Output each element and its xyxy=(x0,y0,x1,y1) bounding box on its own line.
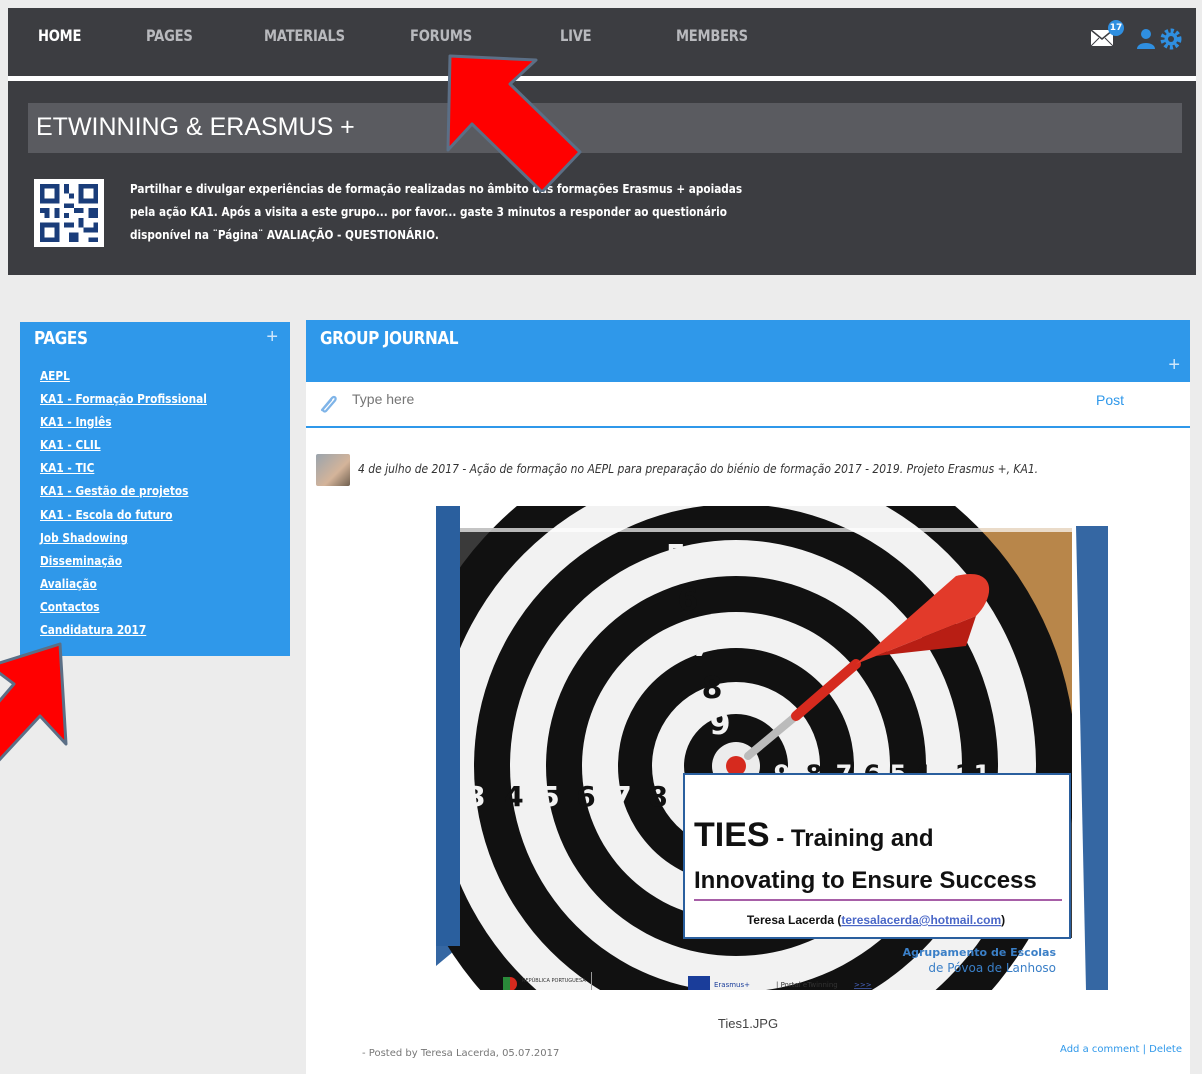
poster-heading-bold: TIES xyxy=(694,816,770,854)
entry-actions: Add a comment | Delete xyxy=(1060,1044,1182,1055)
ring-number: 5 xyxy=(666,539,687,574)
red-arrow-annotation xyxy=(446,54,582,192)
page-link-avaliacao[interactable]: Avaliação xyxy=(40,574,207,597)
ring-number: 6 xyxy=(678,583,699,618)
poster-school-line2: de Póvoa de Lanhoso xyxy=(928,961,1056,975)
post-composer: Post xyxy=(306,382,1190,428)
pages-list: AEPL KA1 - Formação Profissional KA1 - I… xyxy=(40,366,230,643)
gear-icon[interactable] xyxy=(1160,28,1182,50)
row-number: 6 xyxy=(576,780,595,813)
group-title: ETWINNING & ERASMUS + xyxy=(36,113,355,141)
ring-number: 9 xyxy=(710,707,731,742)
ties-poster-image: 5 6 7 8 9 3 4 5 6 7 8 9 9 8 7 6 5 4 3 2 … xyxy=(436,506,1108,990)
republica-logo-text: REPÚBLICA PORTUGUESA xyxy=(522,977,586,984)
poster-author-end: ) xyxy=(1001,913,1005,927)
page-link-escola-futuro[interactable]: KA1 - Escola do futuro xyxy=(40,505,207,528)
row-number: 5 xyxy=(540,780,559,813)
description-line: pela ação KA1. Após a visita a este grup… xyxy=(130,204,727,219)
row-number: 3 xyxy=(466,780,485,813)
pages-panel-title: PAGES xyxy=(34,328,88,349)
description-line: disponível na ¨Página¨ AVALIAÇÃO - QUEST… xyxy=(130,227,439,242)
ring-number: 7 xyxy=(692,629,713,664)
delete-link[interactable]: Delete xyxy=(1149,1044,1182,1055)
journal-post-input[interactable] xyxy=(350,390,1054,408)
etwinning-logo-text: | Portal eTwinning xyxy=(776,981,838,989)
journal-title: GROUP JOURNAL xyxy=(320,328,459,349)
avatar xyxy=(316,454,350,486)
group-title-bar: ETWINNING & ERASMUS + xyxy=(28,103,1182,153)
poster-school-line1: Agrupamento de Escolas xyxy=(903,946,1057,959)
nav-live[interactable]: LIVE xyxy=(560,26,592,45)
erasmus-logo-text: Erasmus+ xyxy=(714,981,750,989)
page-link-disseminacao[interactable]: Disseminação xyxy=(40,551,207,574)
page-link-tic[interactable]: KA1 - TIC xyxy=(40,458,207,481)
page-link-job-shadowing[interactable]: Job Shadowing xyxy=(40,528,207,551)
page-link-gestao-projetos[interactable]: KA1 - Gestão de projetos xyxy=(40,481,207,504)
page-link-contactos[interactable]: Contactos xyxy=(40,597,207,620)
post-button[interactable]: Post xyxy=(1096,392,1124,408)
paperclip-icon[interactable] xyxy=(318,392,338,414)
notification-badge: 17 xyxy=(1108,20,1124,36)
poster-footer-link: >>> xyxy=(854,981,872,989)
ring-number: 8 xyxy=(702,671,723,706)
poster-heading-line2: Innovating to Ensure Success xyxy=(694,867,1037,894)
poster-author: Teresa Lacerda ( xyxy=(747,913,842,927)
poster-heading-rest: - Training and xyxy=(770,825,934,852)
image-caption: Ties1.JPG xyxy=(717,1016,779,1031)
page-link-clil[interactable]: KA1 - CLIL xyxy=(40,435,207,458)
svg-text:Teresa Lacerda (teresalacerda@: Teresa Lacerda (teresalacerda@hotmail.co… xyxy=(747,913,1005,927)
user-icon[interactable] xyxy=(1136,28,1156,50)
poster-email: teresalacerda@hotmail.com xyxy=(841,913,1001,927)
journal-add-button[interactable]: + xyxy=(1168,354,1180,377)
row-number: 4 xyxy=(504,780,523,813)
action-separator: | xyxy=(1139,1044,1150,1055)
qr-code-image xyxy=(34,179,104,247)
red-arrow-annotation xyxy=(0,642,68,762)
row-number: 8 xyxy=(648,780,667,813)
nav-members[interactable]: MEMBERS xyxy=(676,26,748,45)
nav-pages[interactable]: PAGES xyxy=(146,26,193,45)
group-journal: GROUP JOURNAL + Post 4 de julho de 2017 … xyxy=(306,320,1190,1074)
pages-sidebar: PAGES + AEPL KA1 - Formação Profissional… xyxy=(20,322,290,656)
group-header: ETWINNING & ERASMUS + Partilhar e divulg… xyxy=(8,81,1196,275)
nav-home[interactable]: HOME xyxy=(38,26,81,45)
add-page-button[interactable]: + xyxy=(266,326,278,349)
nav-forums[interactable]: FORUMS xyxy=(410,26,472,45)
page-link-formacao-profissional[interactable]: KA1 - Formação Profissional xyxy=(40,389,207,412)
page-link-aepl[interactable]: AEPL xyxy=(40,366,207,389)
page-link-ingles[interactable]: KA1 - Inglês xyxy=(40,412,207,435)
top-navigation-bar: HOME PAGES MATERIALS FORUMS LIVE MEMBERS… xyxy=(8,8,1196,76)
journal-header: GROUP JOURNAL + xyxy=(306,320,1190,382)
nav-materials[interactable]: MATERIALS xyxy=(264,26,345,45)
posted-by: - Posted by Teresa Lacerda, 05.07.2017 xyxy=(362,1048,560,1059)
row-number: 7 xyxy=(612,780,631,813)
add-comment-link[interactable]: Add a comment xyxy=(1060,1044,1139,1055)
journal-entry-text: 4 de julho de 2017 - Ação de formação no… xyxy=(358,461,1039,476)
